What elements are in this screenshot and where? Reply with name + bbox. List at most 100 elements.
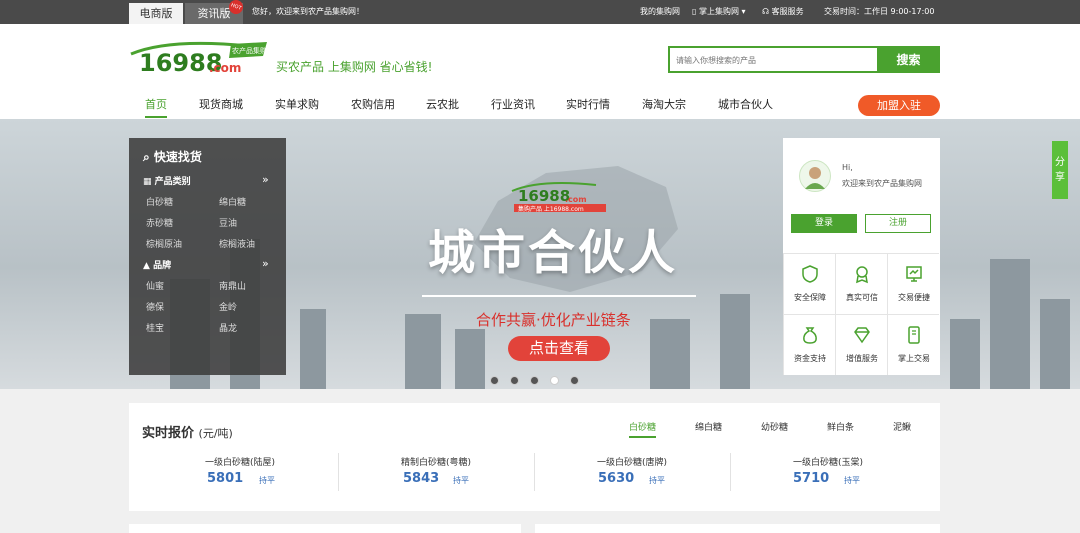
content-card [535,524,940,533]
building-shape [1040,299,1070,389]
logo-com: .com [209,61,241,75]
my-site-link[interactable]: 我的集购网 [640,6,680,17]
brand-link[interactable]: 德保 [146,300,164,313]
price-tab-white-sugar[interactable]: 白砂糖 [629,420,657,438]
feature-value-added[interactable]: 增值服务 [835,314,887,375]
prices-unit: (元/吨) [198,427,233,440]
nav-partner[interactable]: 城市合伙人 [718,92,773,118]
price-tab-fine-sugar[interactable]: 幼砂糖 [761,420,788,433]
brand-link[interactable]: 桂宝 [146,321,164,334]
site-logo[interactable]: 16988 .com 农产品集购网 [129,40,274,77]
price-tab-soft-sugar[interactable]: 绵白糖 [695,420,722,433]
price-tab-pork[interactable]: 鲜白条 [827,420,854,433]
feature-label: 增值服务 [846,354,878,363]
prices-title-text: 实时报价 [142,426,195,441]
brand-link[interactable]: 仙蜜 [146,279,164,292]
price-item[interactable]: 一级白砂糖(陆屋) 5801 持平 [142,447,338,493]
nav-home[interactable]: 首页 [145,92,167,118]
category-link[interactable]: 豆油 [219,216,237,229]
monitor-icon [906,266,922,282]
brand-title: 品牌 [153,261,172,271]
price-item[interactable]: 精制白砂糖(粤糖) 5843 持平 [338,447,534,493]
medal-icon [856,266,868,284]
search-box: 搜索 [668,46,940,73]
price-item-name: 一级白砂糖(陆屋) [204,458,276,468]
register-button[interactable]: 注册 [865,214,931,233]
headset-icon: ☊ [762,7,770,16]
greeting: Hi, [842,163,853,172]
nav-purchase[interactable]: 实单求购 [275,92,319,118]
carousel-dot[interactable] [570,376,579,385]
feature-security[interactable]: 安全保障 [783,253,835,314]
feature-label: 掌上交易 [898,354,930,363]
building-shape [650,319,690,389]
category-heading: ▦ 产品类别 [143,174,191,187]
carousel-dot[interactable] [490,376,499,385]
category-title: 产品类别 [154,177,191,187]
banner-view-button[interactable]: 点击查看 [508,336,610,361]
building-shape [300,309,326,389]
category-link[interactable]: 棕榈原油 [146,237,182,250]
carousel-dot[interactable] [510,376,519,385]
category-link[interactable]: 赤砂糖 [146,216,173,229]
carousel-dot-active[interactable] [550,376,559,385]
avatar [799,160,831,192]
realtime-prices-panel: 实时报价 (元/吨) 白砂糖 绵白糖 幼砂糖 鲜白条 泥鳅 一级白砂糖(陆屋) … [129,403,940,511]
nav-spot-mall[interactable]: 现货商城 [199,92,243,118]
brand-heading: ▲ 品牌 [143,258,171,271]
price-item[interactable]: 一级白砂糖(玉棠) 5710 持平 [730,447,926,493]
logo-graphic: 16988 .com 农产品集购网 [130,41,274,77]
feature-label: 资金支持 [794,354,826,363]
tab-ecommerce[interactable]: 电商版 [129,3,183,24]
price-item-name: 一级白砂糖(唐牌) [596,458,668,468]
nav-bulk[interactable]: 海淘大宗 [642,92,686,118]
mobile-link[interactable]: ▯ 掌上集购网 ▾ [692,6,746,17]
caret-down-icon: ▾ [741,7,746,16]
feature-mobile[interactable]: 掌上交易 [887,314,939,375]
grid-icon: ▦ [143,177,152,187]
price-item-trend: 持平 [844,476,860,485]
nav-news[interactable]: 行业资讯 [491,92,535,118]
search-icon: ⌕ [143,150,150,164]
brand-link[interactable]: 南鼎山 [219,279,246,292]
feature-funding[interactable]: 资金支持 [783,314,835,375]
feature-label: 真实可信 [846,293,878,302]
price-item-name: 一级白砂糖(玉棠) [792,458,864,468]
search-button[interactable]: 搜索 [877,46,940,73]
join-button[interactable]: 加盟入驻 [858,95,940,116]
nav-market[interactable]: 实时行情 [566,92,610,118]
category-link[interactable]: 棕榈液油 [219,237,255,250]
brand-link[interactable]: 晶龙 [219,321,237,334]
thumbs-up-icon: ▲ [143,261,150,271]
brand-link[interactable]: 金岭 [219,300,237,313]
nav-credit[interactable]: 农购信用 [351,92,395,118]
price-item-value: 5710 [793,471,830,486]
building-shape [455,329,485,389]
category-link[interactable]: 白砂糖 [146,195,173,208]
trading-hours: 交易时间：工作日 9:00-17:00 [824,7,935,16]
building-shape [990,259,1030,389]
price-item[interactable]: 一级白砂糖(唐牌) 5630 持平 [534,447,730,493]
search-input[interactable] [676,51,866,69]
brand-more-icon[interactable]: » [262,257,269,270]
feature-label: 安全保障 [794,293,826,302]
building-shape [720,294,750,389]
nav-cloud-wholesale[interactable]: 云农批 [426,92,459,118]
diamond-icon [854,327,870,344]
banner-title: 城市合伙人 [428,226,678,281]
feature-convenience[interactable]: 交易便捷 [887,253,939,314]
banner-logo-sub: 集购产品 上16988.com [518,205,584,213]
feature-trust[interactable]: 真实可信 [835,253,887,314]
banner-logo-number: 16988 [518,187,570,205]
price-item-trend: 持平 [259,476,275,485]
service-link[interactable]: ☊ 客服服务 [762,6,804,17]
login-button[interactable]: 登录 [791,214,857,233]
carousel-dot[interactable] [530,376,539,385]
price-tab-loach[interactable]: 泥鳅 [893,420,911,433]
phone-icon: ▯ [692,7,697,16]
price-item-value: 5801 [207,471,244,486]
category-more-icon[interactable]: » [262,173,269,186]
user-panel: Hi, 欢迎来到农产品集购网 登录 注册 安全保障 真实可信 交易便捷 资金支持… [783,138,940,375]
category-link[interactable]: 绵白糖 [219,195,246,208]
share-button[interactable]: 分享 [1052,141,1068,199]
